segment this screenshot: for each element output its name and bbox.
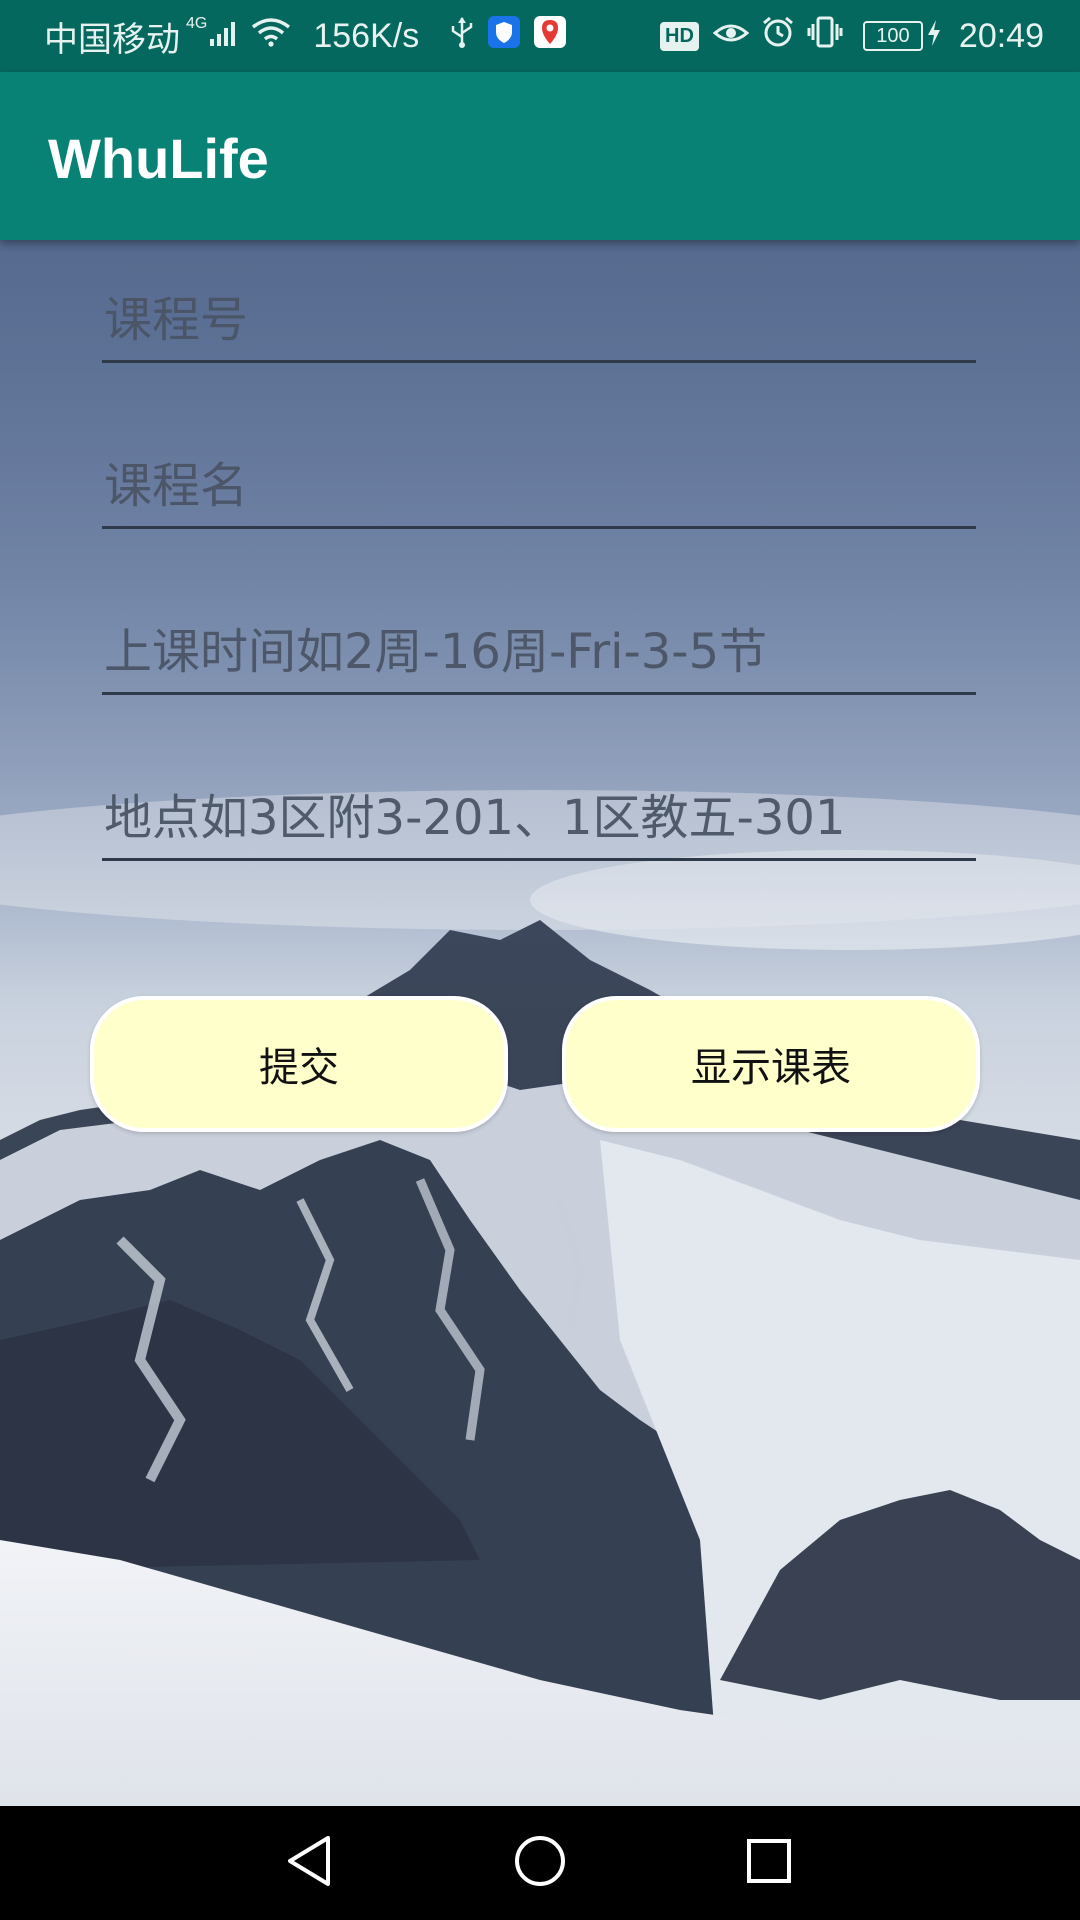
course-name-field[interactable]	[102, 446, 976, 529]
location-input[interactable]	[102, 778, 976, 858]
app-title: WhuLife	[48, 127, 269, 190]
home-icon	[513, 1834, 567, 1892]
content-area: 提交 显示课表	[0, 240, 1080, 1806]
map-app-icon	[533, 15, 567, 58]
status-bar-left: 中国移动 4G 156K/s	[44, 0, 579, 72]
carrier-name: 中国移动	[44, 20, 180, 59]
net-speed: 156K/s	[313, 16, 420, 55]
class-time-field[interactable]	[102, 612, 976, 695]
home-button[interactable]	[485, 1806, 595, 1920]
alarm-icon	[761, 15, 795, 58]
shield-app-icon	[487, 15, 521, 58]
charging-icon	[927, 17, 941, 56]
status-bar: 中国移动 4G 156K/s HD 100 20:49	[0, 0, 1080, 72]
wifi-icon	[251, 17, 291, 56]
battery-icon: 100	[862, 21, 923, 51]
back-button[interactable]	[254, 1806, 364, 1920]
vibrate-icon	[807, 15, 843, 58]
course-name-input[interactable]	[102, 446, 976, 526]
clock-time: 20:49	[958, 16, 1044, 55]
app-bar: WhuLife	[0, 72, 1080, 240]
recents-button[interactable]	[714, 1806, 824, 1920]
network-type: 4G	[186, 15, 208, 32]
course-number-input[interactable]	[102, 280, 976, 360]
eye-icon	[712, 17, 750, 56]
signal-icon	[209, 17, 239, 56]
status-bar-right: HD 100 20:49	[660, 0, 1044, 72]
usb-icon	[449, 15, 475, 58]
course-number-field[interactable]	[102, 280, 976, 363]
navigation-bar	[0, 1806, 1080, 1920]
back-icon	[284, 1834, 334, 1892]
show-schedule-button[interactable]: 显示课表	[562, 996, 980, 1132]
recents-icon	[744, 1836, 794, 1890]
hd-badge: HD	[660, 21, 699, 51]
submit-button[interactable]: 提交	[90, 996, 508, 1132]
location-field[interactable]	[102, 778, 976, 861]
class-time-input[interactable]	[102, 612, 976, 692]
